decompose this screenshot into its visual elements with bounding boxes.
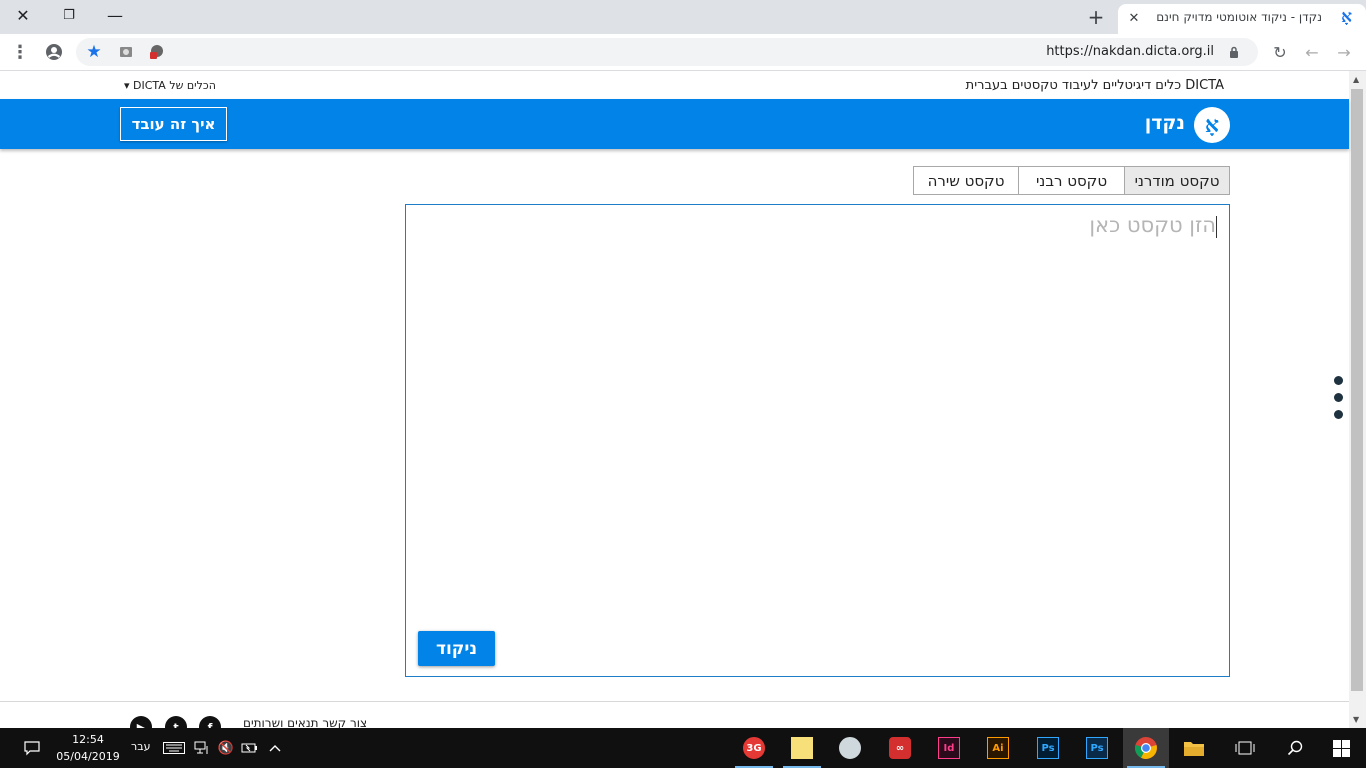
notifications-icon[interactable] [20,728,44,768]
search-icon[interactable] [1282,728,1308,768]
taskbar-app-3g[interactable]: 3G [731,728,777,768]
text-caret [1216,216,1217,238]
illustrator-icon: Ai [987,737,1009,759]
cloud-app-icon [839,737,861,759]
system-clock[interactable]: 12:54 05/04/2019 [55,731,121,765]
scroll-thumb[interactable] [1351,89,1363,691]
footer-links[interactable]: צור קשר תנאים ושרותים [243,716,367,728]
lock-icon[interactable] [1224,42,1244,62]
windows-taskbar: 12:54 05/04/2019 עבר 🔇 3G ∞ Id Ai Ps Ps [0,728,1366,768]
text-placeholder: הזן טקסט כאן [1089,213,1216,237]
site-header: אָ נקדן איך זה עובד [0,99,1349,149]
reload-icon[interactable]: ↻ [1270,42,1290,62]
tab-strip: ✕ ❐ — + ✕ נקדן - ניקוד אוטומטי מדויק חינ… [0,0,1366,34]
indesign-icon: Id [938,737,960,759]
taskbar-app-photoshop[interactable]: Ps [1025,728,1071,768]
battery-icon[interactable] [240,728,260,768]
folder-icon [1184,742,1204,756]
taskbar-app-illustrator[interactable]: Ai [975,728,1021,768]
nikud-submit-button[interactable]: ניקוד [418,631,495,666]
bookmark-star-icon[interactable]: ★ [84,42,104,62]
keyboard-icon[interactable] [162,728,186,768]
tab-close-icon[interactable]: ✕ [1124,8,1144,28]
tab-poetry-text[interactable]: טקסט שירה [913,166,1019,195]
url-text: https://nakdan.dicta.org.il [1046,44,1214,59]
extension-icon[interactable] [116,42,136,62]
volume-muted-icon[interactable]: 🔇 [216,728,236,768]
page-scrollbar[interactable]: ▲ ▼ [1349,71,1366,728]
show-hidden-icons-icon[interactable] [265,728,285,768]
scroll-down-icon[interactable]: ▼ [1353,715,1359,724]
photoshop-icon: Ps [1086,737,1108,759]
menu-kebab-icon[interactable]: ⋮ [10,42,30,63]
side-menu-dot[interactable] [1334,393,1343,402]
forward-icon[interactable]: ← [1302,42,1322,62]
start-windows-icon[interactable] [1326,728,1356,768]
nakdan-logo-icon[interactable]: אָ [1194,107,1230,143]
how-it-works-button[interactable]: איך זה עובד [120,107,227,141]
taskbar-app-indesign[interactable]: Id [926,728,972,768]
3g-app-icon: 3G [743,737,765,759]
tab-modern-text[interactable]: טקסט מודרני [1124,166,1230,195]
network-icon[interactable] [192,728,212,768]
clock-date: 05/04/2019 [56,750,120,763]
tab-title: נקדן - ניקוד אוטומטי מדויק חינם [1156,10,1322,24]
dicta-top-strip: DICTA כלים דיגיטליים לעיבוד טקסטים בעברי… [0,71,1349,99]
back-icon[interactable]: → [1334,42,1354,62]
taskbar-app-sticky-notes[interactable] [779,728,825,768]
dicta-tagline: DICTA כלים דיגיטליים לעיבוד טקסטים בעברי… [965,78,1224,93]
address-bar[interactable]: ★ https://nakdan.dicta.org.il [76,38,1258,66]
taskbar-app-cloud[interactable] [827,728,873,768]
facebook-icon[interactable]: f [199,716,221,728]
extension-adblock-icon[interactable] [146,42,166,62]
site-name[interactable]: נקדן [1145,112,1185,134]
tab-rabbinic-text[interactable]: טקסט רבני [1018,166,1125,195]
profile-icon[interactable] [44,42,64,62]
taskbar-app-file-explorer[interactable] [1171,728,1217,768]
taskbar-app-creative-cloud[interactable]: ∞ [877,728,923,768]
window-close-button[interactable]: ✕ [0,0,46,30]
sticky-notes-icon [791,737,813,759]
browser-tab[interactable]: ✕ נקדן - ניקוד אוטומטי מדויק חינם אָ [1118,4,1366,34]
task-view-icon[interactable] [1232,728,1258,768]
taskbar-app-chrome[interactable] [1123,728,1169,768]
clock-time: 12:54 [72,733,104,746]
creative-cloud-icon: ∞ [889,737,911,759]
window-minimize-button[interactable]: — [92,0,138,30]
scroll-up-icon[interactable]: ▲ [1353,75,1359,84]
side-menu-dot[interactable] [1334,410,1343,419]
youtube-icon[interactable]: ▶ [130,716,152,728]
window-restore-button[interactable]: ❐ [46,0,92,30]
browser-toolbar: ⋮ ★ https://nakdan.dicta.org.il ↻ ← → [0,34,1366,71]
text-input-area[interactable]: הזן טקסט כאן ניקוד [405,204,1230,677]
side-menu-dot[interactable] [1334,376,1343,385]
dicta-tools-menu[interactable]: הכלים של DICTA ▾ [124,79,216,92]
photoshop-icon: Ps [1037,737,1059,759]
site-footer: ▶ t f צור קשר תנאים ושרותים [0,701,1349,728]
input-language[interactable]: עבר [131,740,150,753]
chrome-icon [1135,737,1157,759]
taskbar-app-photoshop-2[interactable]: Ps [1074,728,1120,768]
tab-favicon-icon: אָ [1341,7,1352,27]
twitter-icon[interactable]: t [165,716,187,728]
new-tab-button[interactable]: + [1084,5,1108,29]
